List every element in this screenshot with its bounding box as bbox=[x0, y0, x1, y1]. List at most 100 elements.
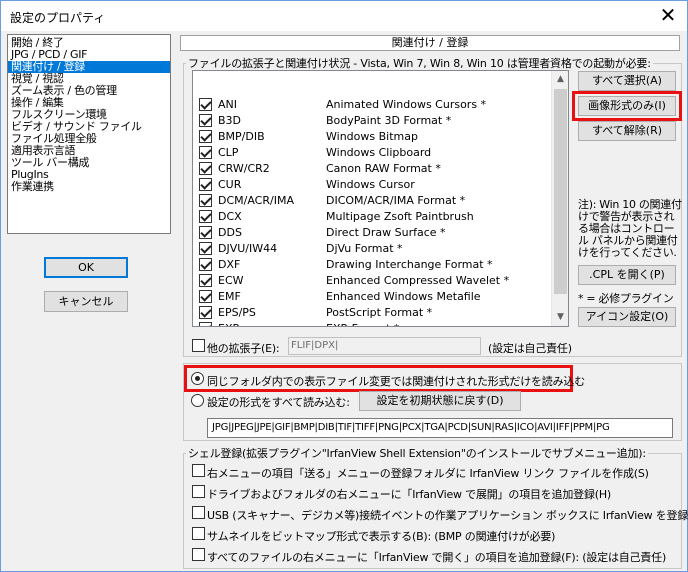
cancel-button[interactable]: キャンセル bbox=[44, 291, 128, 312]
extension-name: DCX bbox=[218, 210, 242, 223]
scroll-up-arrow-icon[interactable]: ▲ bbox=[552, 71, 568, 88]
extension-checkbox[interactable] bbox=[199, 98, 212, 111]
extension-row[interactable]: EXR EXR Format * bbox=[193, 321, 553, 326]
shell-option-checkbox[interactable] bbox=[192, 527, 205, 540]
highlight-box bbox=[572, 91, 682, 121]
extension-name: CUR bbox=[218, 178, 242, 191]
extension-row[interactable]: ANI Animated Windows Cursors * bbox=[193, 97, 553, 113]
extension-name: ANI bbox=[218, 98, 237, 111]
shell-option-checkbox[interactable] bbox=[192, 464, 205, 477]
extension-description: PostScript Format * bbox=[326, 306, 433, 319]
window-title: 設定のプロパティ bbox=[10, 11, 106, 25]
format-list-field[interactable]: JPG|JPEG|JPE|GIF|BMP|DIB|TIF|TIFF|PNG|PC… bbox=[207, 418, 673, 438]
extension-checkbox[interactable] bbox=[199, 226, 212, 239]
extension-name: CRW/CR2 bbox=[218, 162, 270, 175]
deselect-all-button[interactable]: すべて解除(R) bbox=[578, 121, 676, 141]
extension-description: Windows Clipboard bbox=[326, 146, 432, 159]
shell-option-checkbox[interactable] bbox=[192, 485, 205, 498]
extension-description: Enhanced Compressed Wavelet * bbox=[326, 274, 510, 287]
extension-row[interactable]: CLP Windows Clipboard bbox=[193, 145, 553, 161]
extension-description: Drawing Interchange Format * bbox=[326, 258, 493, 271]
same-folder-radio[interactable] bbox=[191, 372, 204, 385]
all-formats-radio[interactable] bbox=[191, 394, 204, 407]
ok-button[interactable]: OK bbox=[44, 257, 128, 278]
extension-name: B3D bbox=[218, 114, 242, 127]
extension-name: DXF bbox=[218, 258, 241, 271]
other-extension-checkbox[interactable] bbox=[192, 339, 205, 352]
extension-checkbox[interactable] bbox=[199, 274, 212, 287]
scroll-thumb[interactable] bbox=[554, 89, 567, 294]
extension-name: EMF bbox=[218, 290, 241, 303]
extension-checkbox[interactable] bbox=[199, 306, 212, 319]
shell-option-label: サムネイルをビットマップ形式で表示する(B): (BMP の関連付けが必要) bbox=[207, 530, 556, 543]
association-group-label: ファイルの拡張子と関連付け状況 - Vista, Win 7, Win 8, W… bbox=[186, 55, 653, 71]
extension-name: EXR bbox=[218, 322, 240, 326]
extension-description: Enhanced Windows Metafile bbox=[326, 290, 481, 303]
extension-name: ECW bbox=[218, 274, 244, 287]
extension-name: DCM/ACR/IMA bbox=[218, 194, 294, 207]
extension-row[interactable]: B3D BodyPaint 3D Format * bbox=[193, 113, 553, 129]
same-folder-radio-label: 同じフォルダ内での表示ファイル変更では関連付けされた形式だけを読み込む bbox=[207, 375, 585, 388]
close-icon[interactable]: ✕ bbox=[657, 5, 679, 27]
shell-option-label: 右メニューの項目「送る」メニューの登録フォルダに IrfanView リンク フ… bbox=[207, 467, 649, 480]
extension-row[interactable]: DJVU/IW44 DjVu Format * bbox=[193, 241, 553, 257]
scroll-down-arrow-icon[interactable]: ▼ bbox=[552, 309, 568, 326]
win10-note: 注): Win 10 の関連付けで警告が表示される場合はコントロール パネルから… bbox=[578, 198, 682, 259]
reset-formats-button[interactable]: 設定を初期状態に戻す(D) bbox=[359, 391, 521, 411]
category-item[interactable]: 作業連携 bbox=[8, 181, 170, 193]
other-extension-input[interactable]: FLIF|DPX| bbox=[288, 337, 481, 355]
extension-row[interactable]: ECW Enhanced Compressed Wavelet * bbox=[193, 273, 553, 289]
shell-option-label: ドライブおよびフォルダの右メニューに「IrfanView で展開」の項目を追加登… bbox=[207, 488, 612, 501]
extension-list[interactable]: ANI Animated Windows Cursors * B3D BodyPain… bbox=[192, 70, 569, 327]
other-extension-label: 他の拡張子(E): bbox=[207, 342, 280, 355]
extension-row[interactable]: DCX Multipage Zsoft Paintbrush bbox=[193, 209, 553, 225]
extension-description: Canon RAW Format * bbox=[326, 162, 441, 175]
extension-row[interactable]: CRW/CR2 Canon RAW Format * bbox=[193, 161, 553, 177]
extension-checkbox[interactable] bbox=[199, 162, 212, 175]
extension-checkbox[interactable] bbox=[199, 322, 212, 326]
extension-description: Direct Draw Surface * bbox=[326, 226, 446, 239]
category-list[interactable]: 開始 / 終了 JPG / PCD / GIF 関連付け / 登録 視覚 / 視… bbox=[7, 34, 171, 234]
extension-name: BMP/DIB bbox=[218, 130, 265, 143]
extension-checkbox[interactable] bbox=[199, 242, 212, 255]
icon-settings-button[interactable]: アイコン設定(O) bbox=[578, 307, 676, 327]
open-cpl-button[interactable]: .CPL を開く(P) bbox=[578, 265, 676, 285]
extension-name: DJVU/IW44 bbox=[218, 242, 278, 255]
extension-row[interactable]: DDS Direct Draw Surface * bbox=[193, 225, 553, 241]
extension-row[interactable]: BMP/DIB Windows Bitmap bbox=[193, 129, 553, 145]
extension-checkbox[interactable] bbox=[199, 290, 212, 303]
extension-checkbox[interactable] bbox=[199, 194, 212, 207]
extension-checkbox[interactable] bbox=[199, 178, 212, 191]
extension-name: DDS bbox=[218, 226, 242, 239]
extension-row[interactable]: CUR Windows Cursor bbox=[193, 177, 553, 193]
section-title: 関連付け / 登録 bbox=[180, 35, 680, 51]
extension-checkbox[interactable] bbox=[199, 258, 212, 271]
title-bar: 設定のプロパティ ✕ bbox=[1, 1, 687, 31]
extension-name: CLP bbox=[218, 146, 239, 159]
shell-option-checkbox[interactable] bbox=[192, 548, 205, 561]
other-extension-hint: (設定は自己責任) bbox=[488, 342, 572, 355]
select-all-button[interactable]: すべて選択(A) bbox=[578, 71, 676, 91]
extension-description: Multipage Zsoft Paintbrush bbox=[326, 210, 474, 223]
extension-description: EXR Format * bbox=[326, 322, 399, 326]
extension-checkbox[interactable] bbox=[199, 114, 212, 127]
shell-option-label: すべてのファイルの右メニューに「IrfanView で開く」の項目を追加登録(F… bbox=[207, 551, 667, 564]
extension-description: Animated Windows Cursors * bbox=[326, 98, 487, 111]
extension-checkbox[interactable] bbox=[199, 146, 212, 159]
extension-checkbox[interactable] bbox=[199, 210, 212, 223]
shell-option-checkbox[interactable] bbox=[192, 506, 205, 519]
required-plugin-note: * = 必修プラグイン bbox=[578, 292, 674, 305]
shell-option-label: USB (スキャナー、デジカメ等)接続イベントの作業アプリケーション ボックスに… bbox=[207, 509, 688, 522]
extension-description: Windows Cursor bbox=[326, 178, 415, 191]
extension-description: Windows Bitmap bbox=[326, 130, 418, 143]
extension-row[interactable]: DCM/ACR/IMA DICOM/ACR/IMA Format * bbox=[193, 193, 553, 209]
shell-group-label: シェル登録(拡張プラグイン"IrfanView Shell Extension"… bbox=[186, 445, 648, 461]
extension-row[interactable]: DXF Drawing Interchange Format * bbox=[193, 257, 553, 273]
properties-dialog: 設定のプロパティ ✕ 開始 / 終了 JPG / PCD / GIF 関連付け … bbox=[0, 0, 688, 572]
extension-description: DjVu Format * bbox=[326, 242, 403, 255]
extension-list-scrollbar[interactable]: ▲ ▼ bbox=[551, 71, 568, 326]
extension-row[interactable]: EPS/PS PostScript Format * bbox=[193, 305, 553, 321]
extension-checkbox[interactable] bbox=[199, 130, 212, 143]
extension-description: DICOM/ACR/IMA Format * bbox=[326, 194, 466, 207]
extension-row[interactable]: EMF Enhanced Windows Metafile bbox=[193, 289, 553, 305]
